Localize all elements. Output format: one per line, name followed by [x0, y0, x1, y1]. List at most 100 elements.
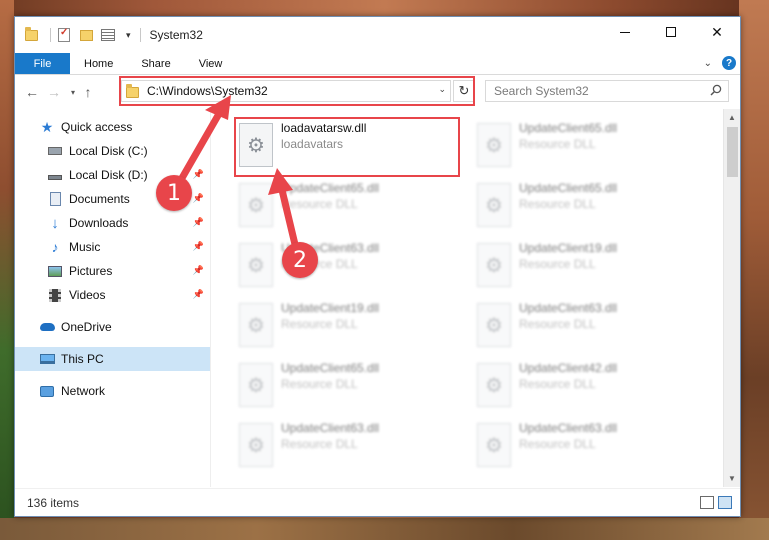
close-button[interactable]: ✕: [694, 17, 740, 47]
scroll-up-icon[interactable]: ▲: [724, 109, 740, 126]
file-tile[interactable]: ⚙ UpdateClient65.dll Resource DLL: [234, 177, 464, 233]
sidebar-item-label: OneDrive: [61, 320, 112, 334]
scrollbar-thumb[interactable]: [727, 127, 738, 177]
window-controls: ✕: [602, 17, 740, 47]
pin-icon[interactable]: 📌: [193, 217, 204, 228]
tab-view[interactable]: View: [185, 53, 237, 74]
pin-icon[interactable]: 📌: [193, 241, 204, 252]
help-icon[interactable]: ?: [722, 56, 736, 70]
file-type: Resource DLL: [281, 317, 358, 331]
title-divider: [139, 28, 141, 42]
file-tile[interactable]: ⚙ UpdateClient63.dll Resource DLL: [472, 417, 702, 473]
file-type: Resource DLL: [281, 437, 358, 451]
file-name: UpdateClient65.dll: [519, 181, 618, 195]
explorer-body: ★ Quick access Local Disk (C:) Local Dis…: [15, 109, 740, 487]
maximize-button[interactable]: [648, 17, 694, 47]
sidebar-item-pictures[interactable]: Pictures 📌: [15, 259, 210, 283]
file-type: Resource DLL: [519, 437, 596, 451]
file-name: UpdateClient65.dll: [281, 361, 380, 375]
item-count: 136 items: [27, 495, 80, 510]
recent-locations-dropdown-icon[interactable]: ▾: [67, 88, 79, 97]
sidebar-item-downloads[interactable]: ↓ Downloads 📌: [15, 211, 210, 235]
file-type: Resource DLL: [281, 377, 358, 391]
step-2-badge: 2: [282, 242, 318, 278]
sidebar-item-label: Quick access: [61, 120, 133, 134]
dll-file-icon: ⚙: [477, 423, 511, 467]
sidebar-item-onedrive[interactable]: OneDrive: [15, 315, 210, 339]
sidebar-item-quick-access[interactable]: ★ Quick access: [15, 115, 210, 139]
documents-icon: [47, 191, 63, 207]
star-icon: ★: [40, 118, 54, 135]
dll-file-icon: ⚙: [477, 123, 511, 167]
tab-share[interactable]: Share: [127, 53, 184, 74]
file-name: UpdateClient65.dll: [519, 121, 618, 135]
sidebar-item-local-disk-c[interactable]: Local Disk (C:): [15, 139, 210, 163]
drive-icon: [47, 143, 63, 159]
vertical-scrollbar[interactable]: ▲ ▼: [723, 109, 740, 487]
sidebar-item-music[interactable]: ♪ Music 📌: [15, 235, 210, 259]
sidebar-item-this-pc[interactable]: This PC: [15, 347, 210, 371]
details-view-icon[interactable]: [700, 496, 714, 509]
file-highlight-box: [234, 117, 460, 177]
dll-file-icon: ⚙: [239, 183, 273, 227]
properties-icon[interactable]: [56, 27, 72, 43]
new-folder-icon[interactable]: [78, 27, 94, 43]
desktop-background-bottom: [0, 518, 769, 540]
file-tile[interactable]: ⚙ UpdateClient65.dll Resource DLL: [472, 177, 702, 233]
file-type: Resource DLL: [519, 197, 596, 211]
forward-arrow-icon[interactable]: →: [45, 84, 63, 100]
search-icon: [710, 84, 722, 96]
file-tile[interactable]: ⚙ UpdateClient65.dll Resource DLL: [472, 117, 702, 173]
sidebar-item-videos[interactable]: Videos 📌: [15, 283, 210, 307]
download-icon: ↓: [51, 214, 59, 232]
pin-icon[interactable]: 📌: [193, 289, 204, 300]
file-name: UpdateClient63.dll: [519, 421, 618, 435]
dll-file-icon: ⚙: [477, 363, 511, 407]
file-tile[interactable]: ⚙ UpdateClient42.dll Resource DLL: [472, 357, 702, 413]
quick-access-dropdown-icon[interactable]: ▾: [126, 30, 131, 41]
file-list: ⚙ loadavatarsw.dll loadavatars ⚙ UpdateCl…: [211, 109, 740, 487]
back-arrow-icon[interactable]: ←: [23, 84, 41, 100]
title-bar: ▾ System32 ✕: [15, 17, 740, 53]
address-row: ← → ▾ ↑ C:\Windows\System32 ⌄ ↻ Search S…: [15, 75, 740, 109]
file-tile[interactable]: ⚙ UpdateClient19.dll Resource DLL: [234, 297, 464, 353]
search-placeholder: Search System32: [494, 84, 589, 98]
sidebar-item-label: Videos: [69, 288, 106, 302]
videos-icon: [47, 287, 63, 303]
tab-home[interactable]: Home: [70, 53, 127, 74]
minimize-icon: [620, 31, 630, 33]
tab-file[interactable]: File: [15, 53, 70, 74]
file-name: UpdateClient63.dll: [281, 421, 380, 435]
file-type: Resource DLL: [519, 137, 596, 151]
file-name: UpdateClient65.dll: [281, 181, 380, 195]
file-tile[interactable]: ⚙ UpdateClient19.dll Resource DLL: [472, 237, 702, 293]
file-type: Resource DLL: [519, 257, 596, 271]
sidebar-item-label: Music: [69, 240, 101, 254]
file-type: Resource DLL: [519, 377, 596, 391]
pictures-icon: [47, 263, 63, 279]
file-tile[interactable]: ⚙ UpdateClient63.dll Resource DLL: [472, 297, 702, 353]
file-tile[interactable]: ⚙ UpdateClient65.dll Resource DLL: [234, 357, 464, 413]
pin-icon[interactable]: 📌: [193, 265, 204, 276]
dll-file-icon: ⚙: [477, 303, 511, 347]
file-tile[interactable]: ⚙ UpdateClient63.dll Resource DLL: [234, 417, 464, 473]
up-arrow-icon[interactable]: ↑: [79, 84, 97, 100]
file-name: UpdateClient63.dll: [519, 301, 618, 315]
sidebar-item-network[interactable]: Network: [15, 379, 210, 403]
file-tile[interactable]: ⚙ UpdateClient63.dll Resource DLL: [234, 237, 464, 293]
tiles-view-icon[interactable]: [718, 496, 732, 509]
music-icon: ♪: [51, 239, 59, 255]
chevron-down-icon[interactable]: ⌄: [704, 58, 712, 69]
dll-file-icon: ⚙: [239, 423, 273, 467]
view-options-icon[interactable]: [100, 27, 116, 43]
address-highlight-box: [119, 76, 475, 106]
minimize-button[interactable]: [602, 17, 648, 47]
sidebar-item-label: Pictures: [69, 264, 113, 278]
file-type: Resource DLL: [519, 317, 596, 331]
window-title: System32: [149, 28, 203, 42]
search-input[interactable]: Search System32: [485, 80, 729, 102]
drive-icon: [47, 167, 63, 183]
pin-icon[interactable]: 📌: [193, 193, 204, 204]
scroll-down-icon[interactable]: ▼: [724, 470, 740, 487]
pin-icon[interactable]: 📌: [193, 169, 204, 180]
